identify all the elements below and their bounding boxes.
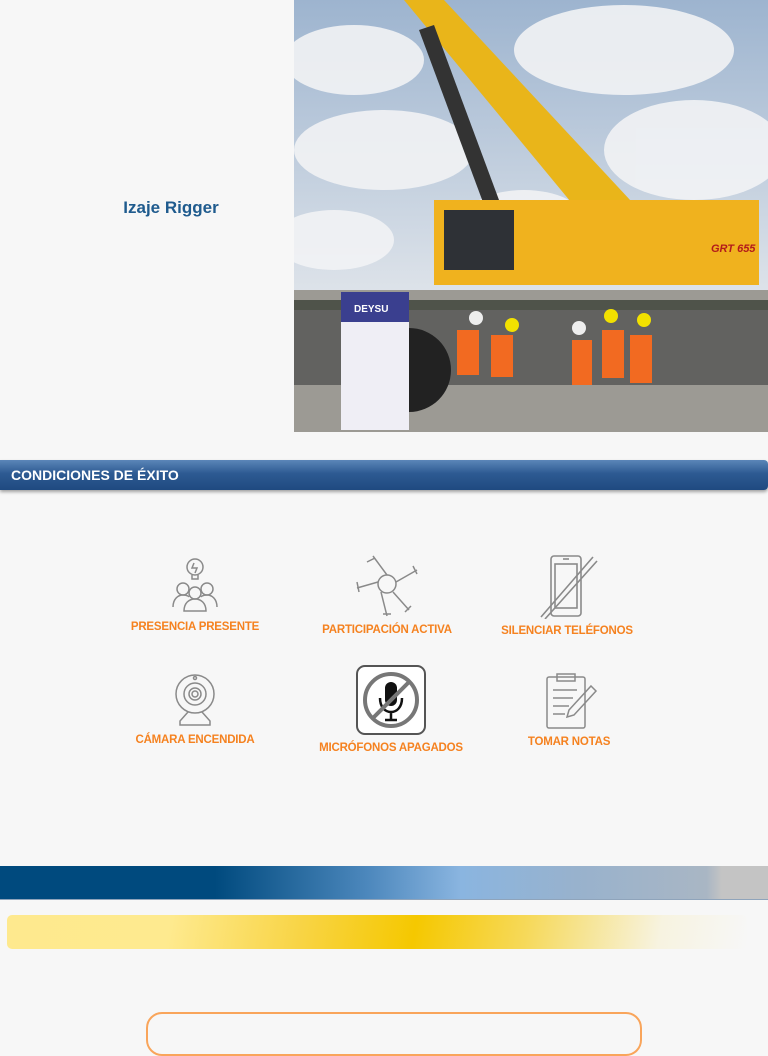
section-banner: CONDICIONES DE ÉXITO	[0, 460, 768, 490]
condition-camara: CÁMARA ENCENDIDA	[100, 672, 290, 746]
section-title: CONDICIONES DE ÉXITO	[11, 467, 179, 483]
people-idea-icon	[172, 558, 218, 612]
footer-blue-bar	[0, 866, 768, 900]
clipboard-notes-icon	[546, 673, 598, 729]
mic-off-icon	[356, 665, 426, 735]
crane-photo: DEYSU GRT 655	[294, 0, 768, 432]
condition-microfonos: MICRÓFONOS APAGADOS	[296, 664, 486, 754]
yellow-accent-bar	[7, 915, 747, 949]
crane-model-text: GRT 655	[711, 243, 756, 255]
condition-label: MICRÓFONOS APAGADOS	[319, 742, 463, 754]
condition-label: CÁMARA ENCENDIDA	[135, 734, 255, 746]
condition-presencia: PRESENCIA PRESENTE	[100, 555, 290, 633]
condition-label: PARTICIPACIÓN ACTIVA	[322, 624, 452, 636]
banner-logo-text: DEYSU	[354, 304, 388, 315]
page-title: Izaje Rigger	[123, 198, 219, 217]
joined-hands-icon	[356, 555, 418, 617]
condition-silenciar: SILENCIAR TELÉFONOS	[472, 553, 662, 637]
condition-label: TOMAR NOTAS	[527, 736, 611, 748]
condition-label: SILENCIAR TELÉFONOS	[501, 625, 633, 637]
note-box	[146, 1012, 642, 1056]
condition-participacion: PARTICIPACIÓN ACTIVA	[292, 552, 482, 636]
condition-notas: TOMAR NOTAS	[474, 672, 664, 748]
condition-label: PRESENCIA PRESENTE	[130, 621, 260, 633]
title-pane: Izaje Rigger	[0, 0, 294, 432]
phone-off-icon	[540, 555, 598, 619]
webcam-icon	[175, 674, 215, 726]
